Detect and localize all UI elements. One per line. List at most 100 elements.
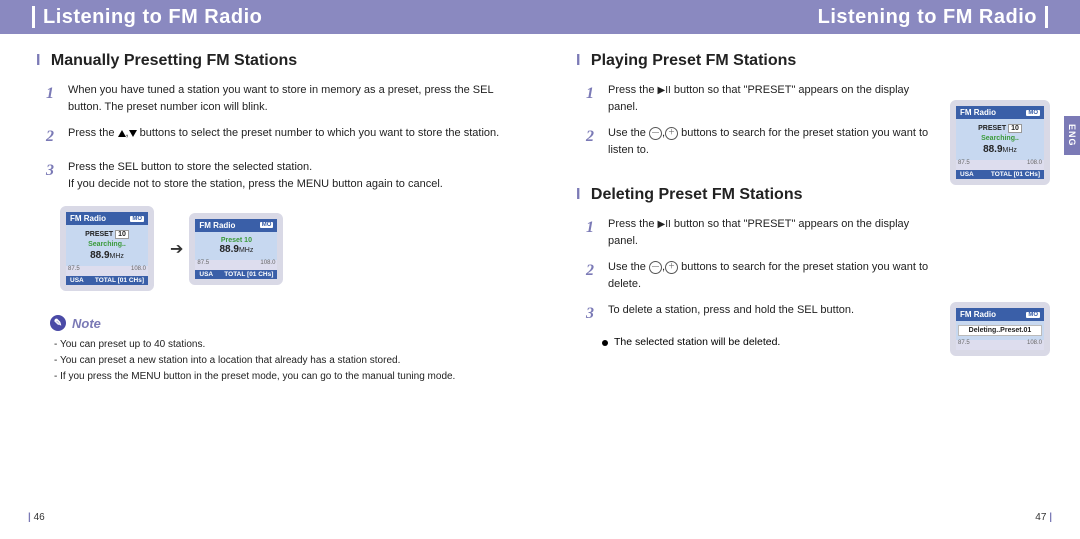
header-right: Listening to FM Radio	[540, 0, 1080, 34]
step-2: 2 Use the —,＋ buttons to search for the …	[586, 125, 930, 158]
down-arrow-icon	[129, 130, 137, 137]
dev-tick-l: 87.5	[68, 266, 80, 272]
dev-total: TOTAL [01 CHs]	[991, 171, 1040, 178]
device-screenshot-2: FM RadioMO Preset 10 88.9 MHz 87.5108.0 …	[189, 213, 283, 285]
step-number: 2	[586, 125, 604, 158]
note-item: You can preset up to 40 stations.	[54, 337, 540, 353]
up-arrow-icon	[118, 130, 126, 137]
step-text-a: Press the	[68, 127, 118, 139]
section-title-text: Playing Preset FM Stations	[591, 52, 796, 69]
note-label: Note	[72, 316, 101, 331]
section-title-text: Manually Presetting FM Stations	[51, 52, 297, 69]
dev-title: FM Radio	[960, 310, 996, 319]
page-number-right: 47 |	[1035, 512, 1052, 523]
dev-tick-l: 87.5	[958, 160, 970, 166]
dev-mhz: MHz	[110, 253, 124, 260]
step-text-a: Use the	[608, 261, 649, 273]
dev-region: USA	[960, 171, 974, 178]
dev-tick-l: 87.5	[197, 260, 209, 266]
bullet-text: The selected station will be deleted.	[614, 336, 780, 348]
note-block: ✎ Note You can preset up to 40 stations.…	[50, 315, 540, 385]
step-text: Press the ▶II button so that "PRESET" ap…	[608, 82, 930, 115]
dev-tick-r: 108.0	[260, 260, 275, 266]
step-text-a: Press the	[608, 84, 658, 96]
dev-mo-badge: MO	[130, 216, 144, 222]
steps-playing: 1 Press the ▶II button so that "PRESET" …	[586, 82, 930, 158]
note-icon: ✎	[50, 315, 66, 331]
step-text: When you have tuned a station you want t…	[68, 82, 500, 115]
step-number: 3	[586, 302, 604, 326]
device-figure-deleting: FM RadioMO Deleting..Preset.01 87.5108.0	[950, 302, 1050, 356]
dev-mhz: MHz	[1003, 147, 1017, 154]
section-tick-icon: I	[36, 52, 40, 69]
note-item: If you press the MENU button in the pres…	[54, 369, 540, 385]
header-accent-bar	[1045, 6, 1048, 28]
dev-searching: Searching..	[960, 135, 1040, 142]
step-text: Use the —,＋ buttons to search for the pr…	[608, 259, 930, 292]
dev-mo-badge: MO	[1026, 312, 1040, 318]
step-3: 3 Press the SEL button to store the sele…	[46, 159, 500, 192]
device-screenshot-1: FM RadioMO PRESET10 Searching.. 88.9 MHz…	[60, 206, 154, 291]
step-number: 2	[586, 259, 604, 292]
step-text: Press the , buttons to select the preset…	[68, 125, 500, 149]
step-number: 2	[46, 125, 64, 149]
section-title-text: Deleting Preset FM Stations	[591, 186, 803, 203]
step-1: 1 Press the ▶II button so that "PRESET" …	[586, 216, 930, 249]
dev-total: TOTAL [01 CHs]	[95, 277, 144, 284]
note-item: You can preset a new station into a loca…	[54, 353, 540, 369]
dev-searching: Searching..	[70, 241, 144, 248]
dev-mo-badge: MO	[260, 222, 274, 228]
page-number-left: | 46	[28, 512, 45, 523]
step-number: 1	[586, 82, 604, 115]
header-right-title: Listening to FM Radio	[818, 6, 1037, 29]
minus-button-icon: —	[649, 261, 662, 274]
dev-freq: 88.9	[90, 250, 109, 261]
note-header: ✎ Note	[50, 315, 540, 331]
page-left: Listening to FM Radio I Manually Presett…	[0, 0, 540, 539]
steps-manual-preset: 1 When you have tuned a station you want…	[46, 82, 500, 192]
step-number: 1	[586, 216, 604, 249]
dev-tick-r: 108.0	[131, 266, 146, 272]
dev-total: TOTAL [01 CHs]	[224, 271, 273, 278]
step-text-b: buttons to select the preset number to w…	[140, 127, 500, 139]
plus-button-icon: ＋	[665, 127, 678, 140]
dev-region: USA	[70, 277, 84, 284]
dev-tick-l: 87.5	[958, 340, 970, 346]
page-spread: Listening to FM Radio I Manually Presett…	[0, 0, 1080, 539]
step3-main: Press the SEL button to store the select…	[68, 161, 312, 173]
device-figure-playing: FM RadioMO PRESET10 Searching.. 88.9 MHz…	[950, 100, 1050, 185]
page-right: Listening to FM Radio ENG FM RadioMO PRE…	[540, 0, 1080, 539]
header-left: Listening to FM Radio	[0, 0, 540, 34]
dev-tick-r: 108.0	[1027, 160, 1042, 166]
delete-bullet: The selected station will be deleted.	[602, 336, 970, 348]
arrow-right-icon: ➔	[170, 239, 183, 259]
step-number: 1	[46, 82, 64, 115]
step-1: 1 When you have tuned a station you want…	[46, 82, 500, 115]
dev-mhz: MHz	[239, 247, 253, 254]
step-2: 2 Use the —,＋ buttons to search for the …	[586, 259, 930, 292]
language-tab: ENG	[1064, 116, 1080, 155]
dev-mo-badge: MO	[1026, 110, 1040, 116]
dev-title: FM Radio	[70, 214, 106, 223]
step-text-a: Press the	[608, 218, 658, 230]
section-tick-icon: I	[576, 186, 580, 203]
dev-title: FM Radio	[960, 108, 996, 117]
step-text: Press the ▶II button so that "PRESET" ap…	[608, 216, 930, 249]
step-3: 3 To delete a station, press and hold th…	[586, 302, 930, 326]
section-playing-title: I Playing Preset FM Stations	[576, 52, 970, 70]
dev-deleting-strip: Deleting..Preset.01	[958, 325, 1042, 336]
steps-deleting: 1 Press the ▶II button so that "PRESET" …	[586, 216, 930, 326]
minus-button-icon: —	[649, 127, 662, 140]
dev-preset-num: 10	[1008, 124, 1022, 133]
step3-sub: If you decide not to store the station, …	[68, 178, 443, 190]
section-manual-preset-title: I Manually Presetting FM Stations	[36, 52, 540, 70]
step-number: 3	[46, 159, 64, 192]
dev-freq: 88.9	[219, 244, 238, 255]
page-num-value: 47	[1035, 512, 1046, 523]
bullet-icon	[602, 340, 608, 346]
step-2: 2 Press the , buttons to select the pres…	[46, 125, 500, 149]
header-left-title: Listening to FM Radio	[43, 6, 262, 29]
dev-region: USA	[199, 271, 213, 278]
dev-title: FM Radio	[199, 221, 235, 230]
step-1: 1 Press the ▶II button so that "PRESET" …	[586, 82, 930, 115]
